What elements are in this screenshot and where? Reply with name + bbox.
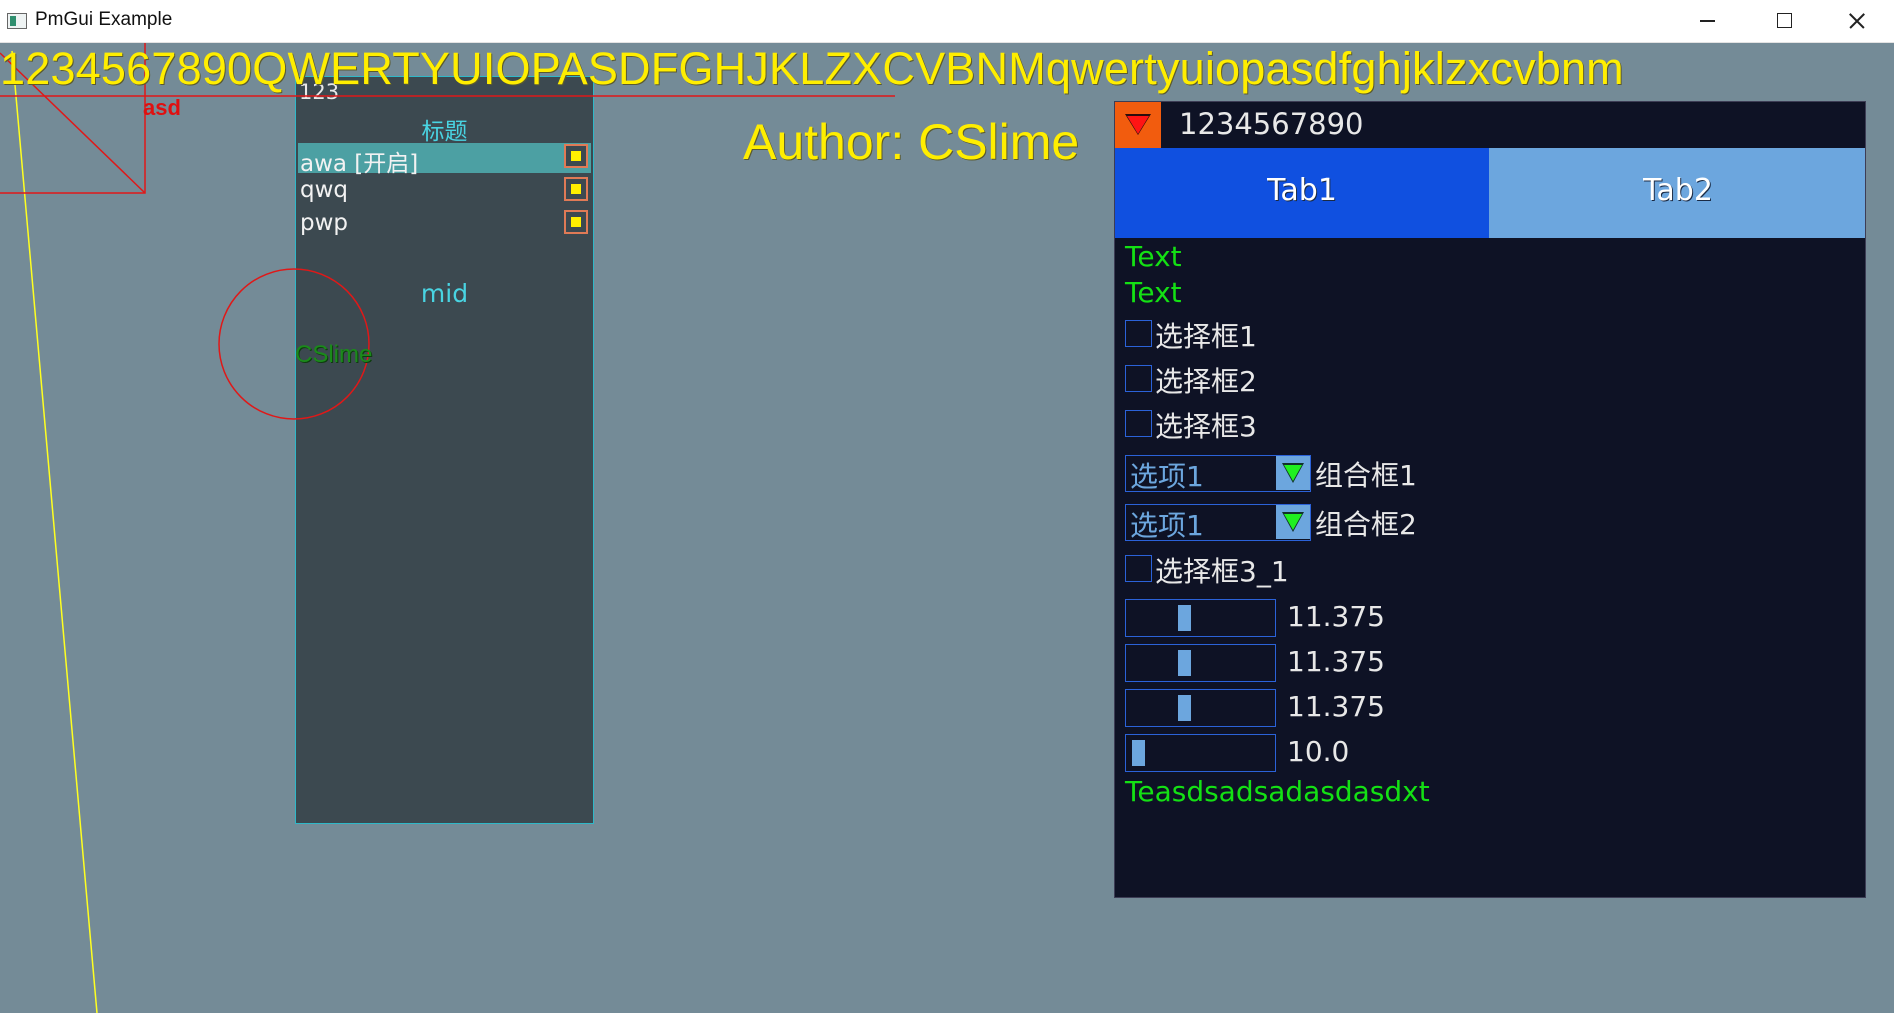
- bottom-text: Teasdsadsadasdasdxt: [1125, 775, 1430, 808]
- combo-box[interactable]: 选项1: [1125, 504, 1311, 542]
- combo-box[interactable]: 选项1: [1125, 455, 1311, 493]
- collapse-triangle-icon[interactable]: [1115, 102, 1161, 148]
- slider-value: 10.0: [1287, 735, 1350, 768]
- slider-track[interactable]: [1125, 599, 1276, 637]
- banner-text: 1234567890QWERTYUIOPASDFGHJKLZXCVBNMqwer…: [0, 43, 1624, 94]
- minimize-icon[interactable]: [1672, 0, 1742, 42]
- text-label: Text: [1125, 276, 1182, 309]
- combo-value: 选项1: [1130, 509, 1204, 542]
- tab-panel-title: 1234567890: [1179, 107, 1364, 141]
- checkbox-label: 选择框2: [1155, 365, 1257, 398]
- slider-value: 11.375: [1287, 645, 1385, 678]
- tab-tab1[interactable]: Tab1: [1115, 148, 1489, 238]
- close-icon[interactable]: [1821, 0, 1891, 42]
- maximize-icon[interactable]: [1749, 0, 1819, 42]
- slider-value: 11.375: [1287, 600, 1385, 633]
- app-icon: [7, 13, 27, 29]
- tab-tab2[interactable]: Tab2: [1491, 148, 1865, 238]
- slider-value: 11.375: [1287, 690, 1385, 723]
- dropdown-arrow-icon[interactable]: [1276, 505, 1310, 539]
- slider-track[interactable]: [1125, 689, 1276, 727]
- slider-thumb[interactable]: [1177, 650, 1191, 676]
- checkbox-label: 选择框3_1: [1155, 555, 1289, 588]
- render-canvas: 123 标题 awa [开启] qwq pwp mid 1234567890QW…: [0, 43, 1894, 1013]
- tab-strip: Tab1 Tab2: [1115, 148, 1865, 238]
- text-label: Text: [1125, 240, 1182, 273]
- checkbox-box[interactable]: [1125, 320, 1152, 347]
- asd-label: asd: [143, 95, 181, 120]
- checkbox-box[interactable]: [1125, 555, 1152, 582]
- slider-thumb[interactable]: [1177, 695, 1191, 721]
- slider-track[interactable]: [1125, 734, 1276, 772]
- checkbox-box[interactable]: [1125, 365, 1152, 392]
- window-title: PmGui Example: [35, 9, 173, 30]
- yellow-line: [11, 50, 98, 1013]
- tab-panel-header[interactable]: 1234567890: [1115, 102, 1865, 148]
- combo-value: 选项1: [1130, 460, 1204, 493]
- slider-thumb[interactable]: [1132, 740, 1145, 766]
- tab-panel[interactable]: 1234567890 Tab1 Tab2 Text Text 选择框1 选择框2…: [1114, 101, 1866, 898]
- slider-thumb[interactable]: [1177, 605, 1191, 631]
- checkbox-box[interactable]: [1125, 410, 1152, 437]
- cslime-label: CSlime: [295, 341, 373, 368]
- slider-track[interactable]: [1125, 644, 1276, 682]
- checkbox-label: 选择框3: [1155, 410, 1257, 443]
- checkbox-label: 选择框1: [1155, 320, 1257, 353]
- combo-label: 组合框1: [1315, 459, 1417, 492]
- window-titlebar[interactable]: PmGui Example: [0, 0, 1894, 43]
- author-text: Author: CSlime: [743, 114, 1080, 170]
- combo-label: 组合框2: [1315, 508, 1417, 541]
- dropdown-arrow-icon[interactable]: [1276, 456, 1310, 490]
